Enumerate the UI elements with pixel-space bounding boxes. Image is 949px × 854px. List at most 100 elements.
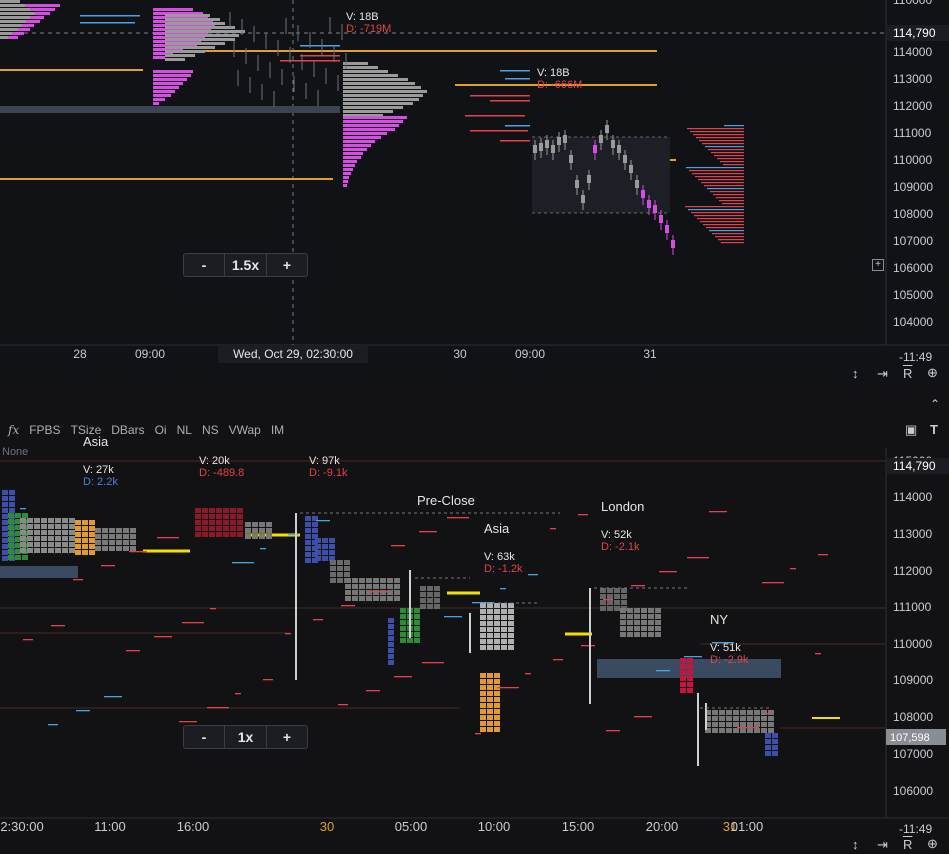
footprint-cell [27, 524, 33, 529]
top-chart-canvas[interactable]: 110000 114000 113000 112000 111000 110000 1090… [0, 0, 949, 388]
footprint-line [316, 520, 330, 522]
footprint-cell [420, 598, 426, 603]
footprint-cell [62, 524, 68, 529]
expand-icon[interactable]: + [872, 259, 884, 271]
top-chart-pane[interactable]: 110000 114000 113000 112000 111000 110000 1090… [0, 0, 949, 388]
price-tick-label: 104000 [893, 315, 933, 329]
vertical-resize-icon[interactable]: ↕ [852, 838, 859, 852]
footprint-cell [414, 620, 420, 625]
footprint-cell [315, 556, 321, 561]
footprint-cell [614, 600, 620, 605]
vertical-resize-icon[interactable]: ↕ [852, 367, 859, 381]
volume-annotation: V: 18B [537, 67, 570, 79]
bottom-chart-pane[interactable]: ⌃ fx FPBS TSize DBars Oi NL NS VWap IM ▣… [0, 388, 949, 854]
bottom-zoom-control[interactable]: - 1x + [183, 725, 308, 749]
countdown-label: -11:49 [899, 822, 932, 836]
footprint-cell [209, 520, 215, 525]
zoom-level: 1.5x [224, 254, 267, 276]
footprint-cell [387, 596, 393, 601]
footprint-cell [648, 608, 654, 613]
scroll-to-end-icon[interactable]: ⇥ [877, 367, 888, 381]
footprint-cell [719, 728, 725, 733]
zoom-out-button[interactable]: - [184, 254, 224, 276]
footprint-cell [768, 728, 774, 733]
footprint-cell [230, 508, 236, 513]
footprint-cell [387, 590, 393, 595]
volume-annotation: V: 20k [199, 455, 230, 467]
delta-annotation: D: 2.2k [83, 476, 118, 488]
zoom-out-button[interactable]: - [184, 726, 224, 748]
volume-profile-bar [343, 168, 353, 171]
footprint-cell [55, 518, 61, 523]
footprint-cell [34, 530, 40, 535]
price-tick-label: 108000 [893, 207, 933, 221]
footprint-cell [55, 524, 61, 529]
footprint-line [500, 140, 530, 142]
footprint-cell [8, 531, 14, 536]
footprint-cell [2, 502, 8, 507]
session-label: London [601, 499, 644, 514]
footprint-cell [209, 514, 215, 519]
footprint-cell [487, 697, 493, 702]
footprint-cell [366, 584, 372, 589]
footprint-cell [27, 530, 33, 535]
price-tick-label: 110000 [893, 153, 932, 167]
volume-profile-bar [343, 148, 367, 151]
bottom-chart-canvas[interactable]: 1150001140001130001120001110001100001090… [0, 388, 949, 854]
footprint-line [709, 230, 744, 232]
volume-profile-bar [343, 110, 393, 113]
reset-scale-icon[interactable]: R [903, 367, 912, 381]
footprint-cell [388, 642, 394, 647]
footprint-cell [621, 588, 627, 593]
footprint-line [722, 203, 744, 205]
top-zoom-control[interactable]: - 1.5x + [183, 253, 308, 277]
reset-scale-icon[interactable]: R [903, 838, 912, 852]
candle-body [665, 225, 669, 233]
footprint-cell [259, 528, 265, 533]
footprint-cell [69, 536, 75, 541]
footprint-cell [209, 526, 215, 531]
footprint-cell [75, 526, 81, 531]
footprint-cell [237, 532, 243, 537]
footprint-line [338, 704, 348, 706]
zoom-in-button[interactable]: + [267, 254, 307, 276]
footprint-cell [230, 526, 236, 531]
footprint-cell [305, 534, 311, 539]
zoom-magnifier-icon[interactable]: ⊕ [927, 837, 938, 851]
footprint-cell [414, 638, 420, 643]
volume-profile-bar [343, 140, 375, 143]
volume-profile-bar [165, 38, 235, 41]
footprint-cell [614, 588, 620, 593]
footprint-cell [621, 594, 627, 599]
footprint-cell [202, 508, 208, 513]
footprint-cell [2, 520, 8, 525]
zoom-magnifier-icon[interactable]: ⊕ [927, 366, 938, 380]
footprint-cell [15, 555, 21, 560]
footprint-cell [508, 615, 514, 620]
footprint-cell [726, 716, 732, 721]
footprint-cell [48, 524, 54, 529]
footprint-cell [648, 632, 654, 637]
footprint-line [126, 650, 140, 652]
footprint-cell [621, 600, 627, 605]
footprint-cell [116, 528, 122, 533]
footprint-cell [315, 550, 321, 555]
footprint-cell [69, 548, 75, 553]
zoom-in-button[interactable]: + [267, 726, 307, 748]
footprint-cell [394, 596, 400, 601]
footprint-cell [195, 508, 201, 513]
footprint-line [470, 130, 528, 132]
volume-profile-bar [343, 116, 407, 119]
footprint-cell [116, 540, 122, 545]
footprint-cell [195, 526, 201, 531]
volume-profile-bar [343, 74, 398, 77]
footprint-cell [2, 556, 8, 561]
footprint-cell [480, 709, 486, 714]
volume-profile-bar [153, 56, 165, 59]
footprint-cell [223, 514, 229, 519]
volume-profile-bar [165, 22, 225, 25]
footprint-cell [487, 639, 493, 644]
scroll-to-end-icon[interactable]: ⇥ [877, 838, 888, 852]
footprint-line [656, 670, 670, 672]
footprint-cell [322, 556, 328, 561]
